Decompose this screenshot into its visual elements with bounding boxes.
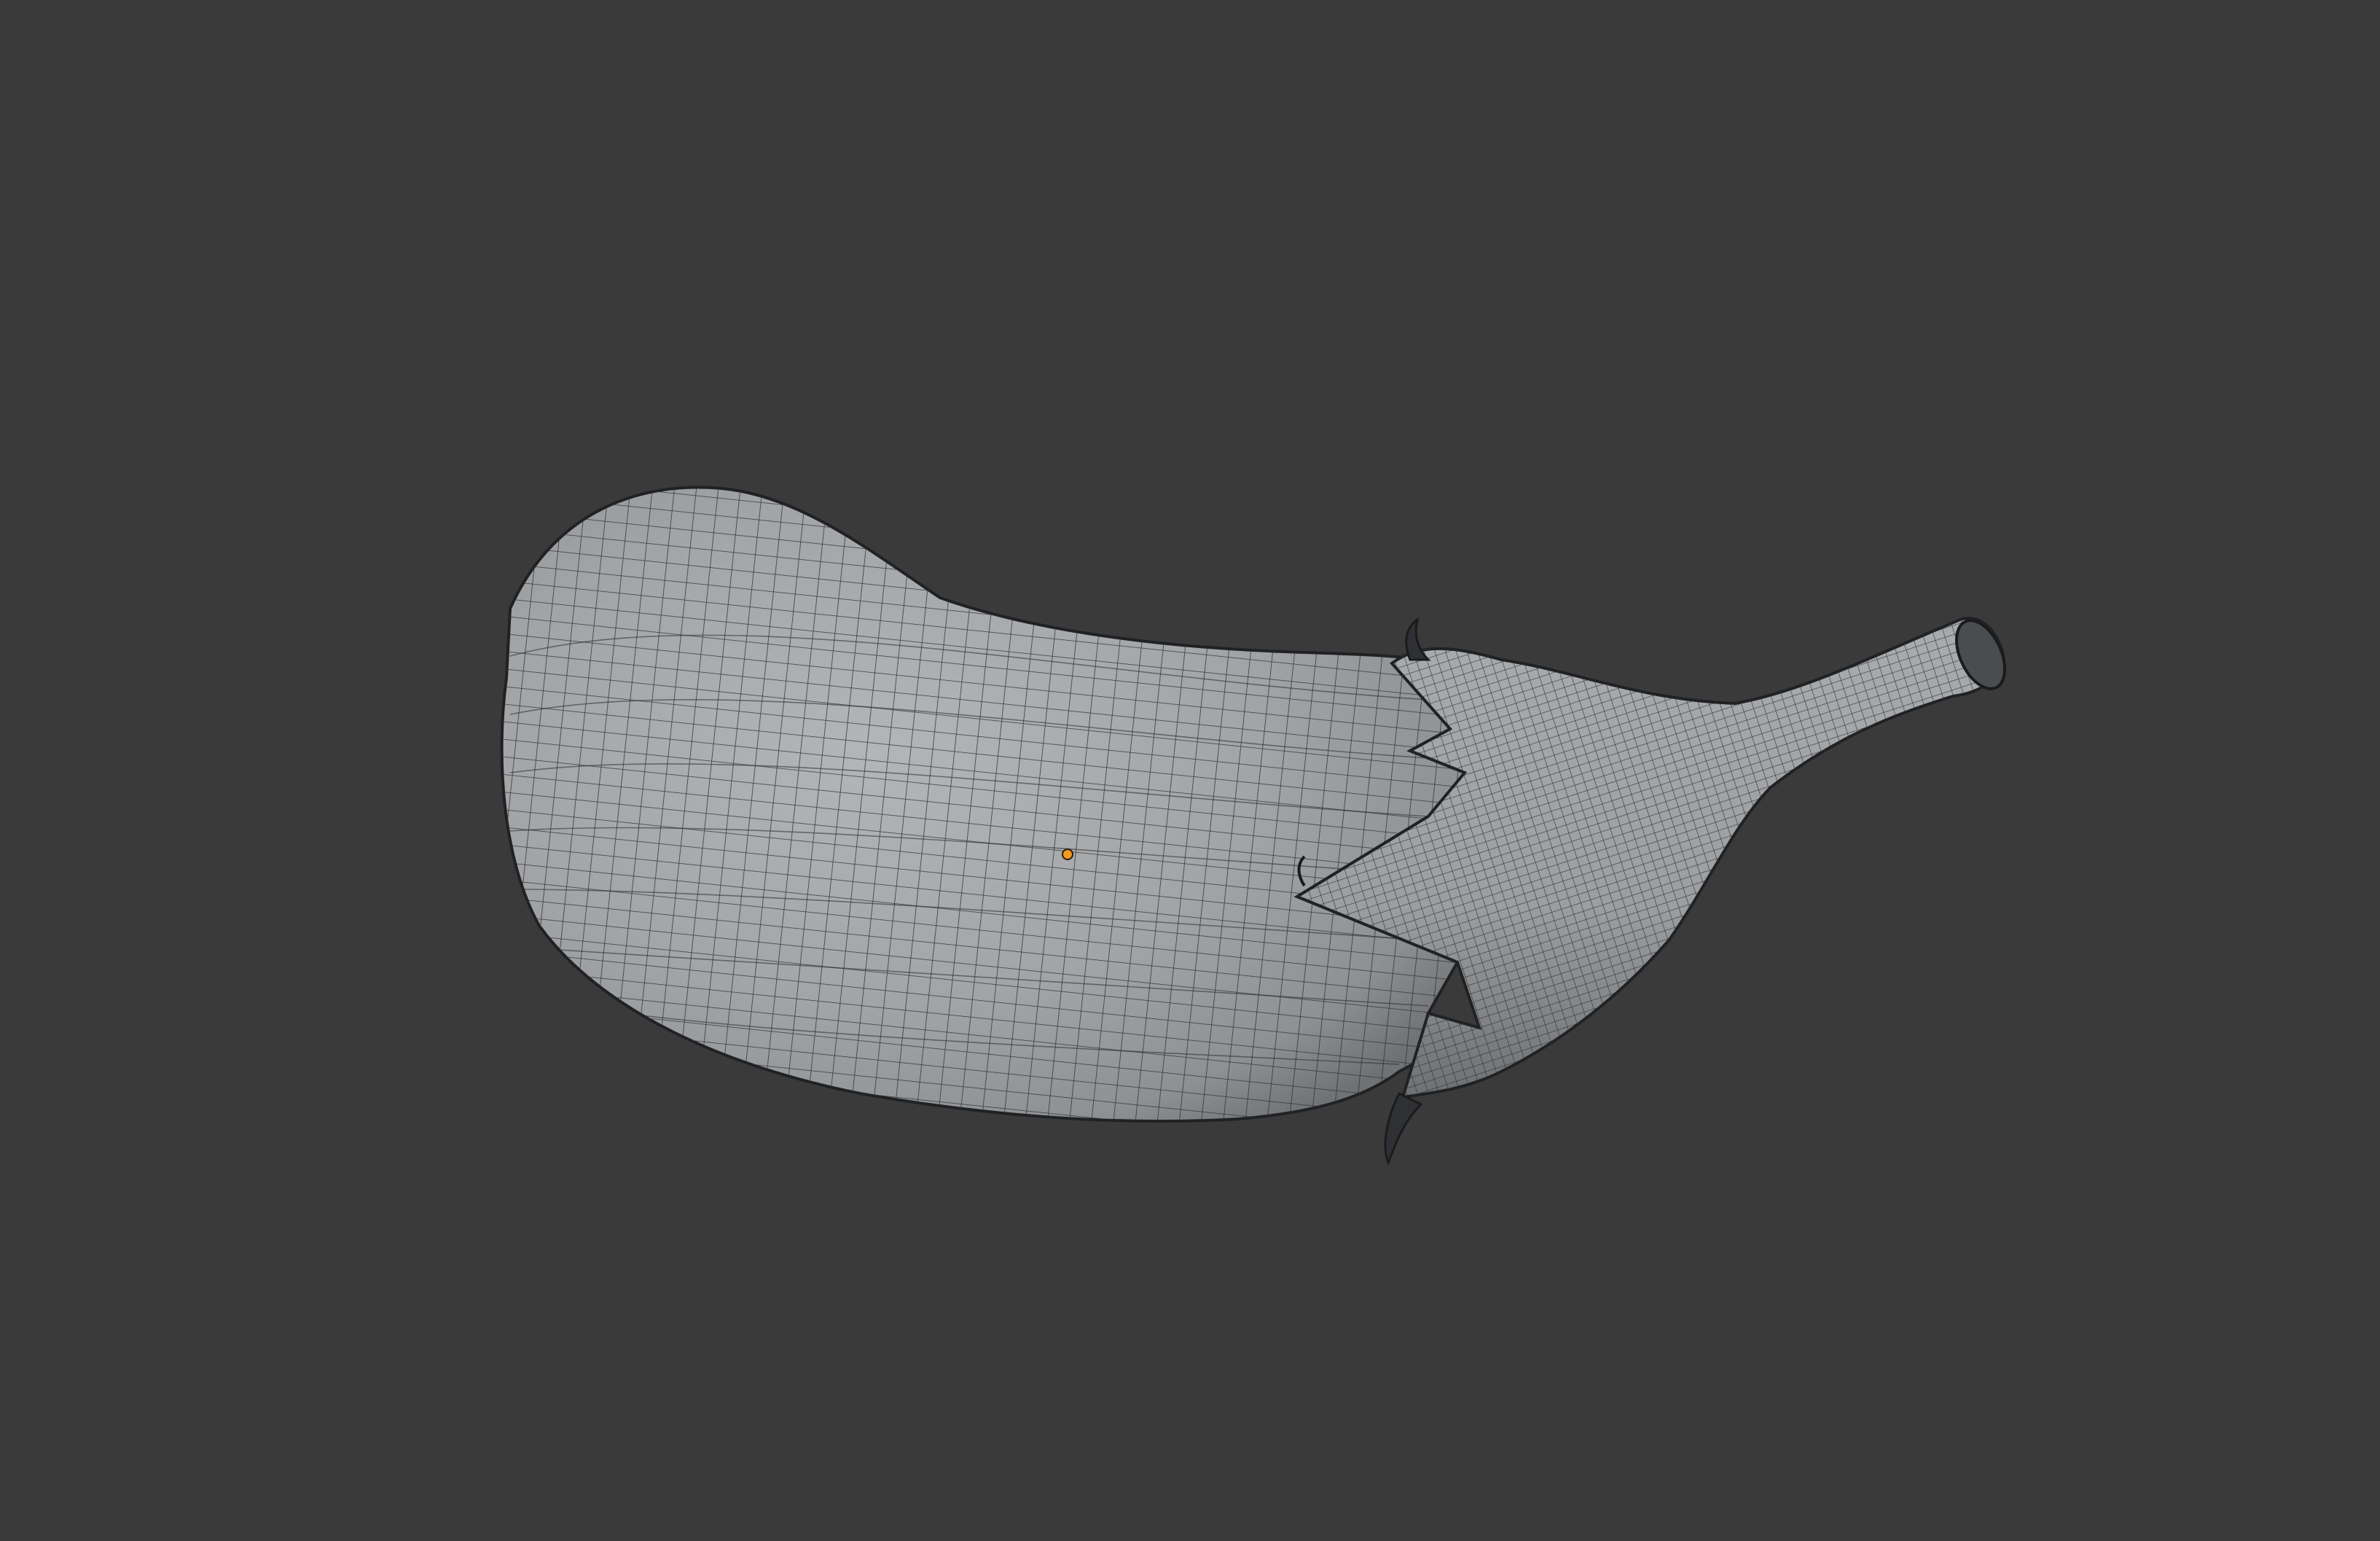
viewport-canvas[interactable] [0,0,2380,1541]
object-origin-icon[interactable] [1062,848,1073,860]
eggplant-body[interactable] [437,437,1530,1166]
3d-viewport[interactable] [0,0,2380,1541]
